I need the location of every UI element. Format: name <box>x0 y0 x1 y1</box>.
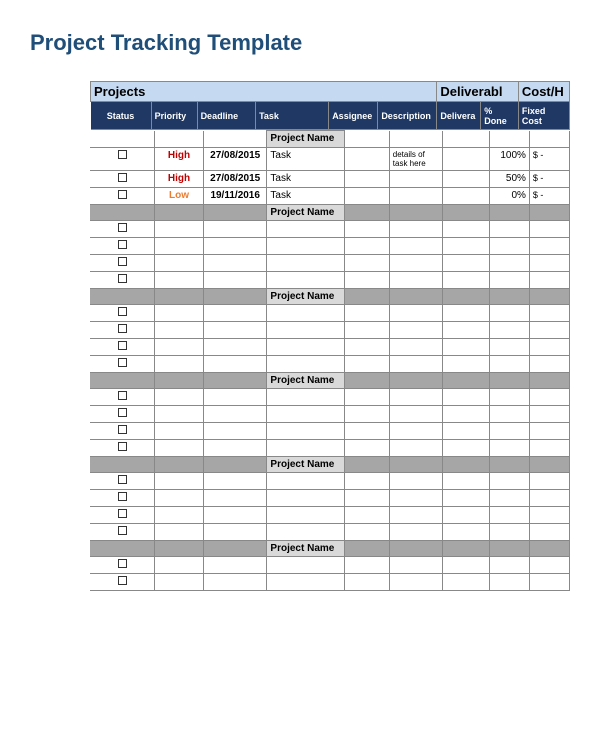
table-row <box>90 406 570 423</box>
group-cost: Cost/H <box>518 82 569 102</box>
assignee-cell <box>345 148 389 171</box>
status-checkbox[interactable] <box>118 408 127 417</box>
assignee-cell <box>345 171 389 188</box>
table-row <box>90 440 570 457</box>
tracking-table: Projects Deliverabl Cost/H Status Priori… <box>90 81 570 130</box>
table-row <box>90 389 570 406</box>
project-name-label: Project Name <box>267 205 345 221</box>
col-assignee: Assignee <box>329 102 378 130</box>
table-row <box>90 574 570 591</box>
status-checkbox[interactable] <box>118 425 127 434</box>
status-checkbox[interactable] <box>118 492 127 501</box>
done-cell: 0% <box>489 188 529 205</box>
priority-cell: Low <box>155 188 204 205</box>
col-deliverable: Delivera <box>437 102 481 130</box>
project-name-label: Project Name <box>267 541 345 557</box>
status-checkbox[interactable] <box>118 391 127 400</box>
section-divider: Project Name <box>90 373 570 389</box>
col-priority: Priority <box>151 102 197 130</box>
priority-cell: High <box>155 148 204 171</box>
table-row <box>90 305 570 322</box>
table-row <box>90 238 570 255</box>
status-checkbox[interactable] <box>118 223 127 232</box>
section-divider: Project Name <box>90 457 570 473</box>
status-checkbox[interactable] <box>118 173 127 182</box>
deliverable-cell <box>443 148 490 171</box>
col-status: Status <box>91 102 152 130</box>
table-row <box>90 322 570 339</box>
table-row <box>90 221 570 238</box>
status-checkbox[interactable] <box>118 324 127 333</box>
section-divider: Project Name <box>90 541 570 557</box>
group-deliverables: Deliverabl <box>437 82 519 102</box>
table-row: Low19/11/2016Task 0%$ - <box>90 188 570 205</box>
project-name-row: Project Name <box>90 131 570 148</box>
table-row <box>90 339 570 356</box>
table-row <box>90 272 570 289</box>
status-checkbox[interactable] <box>118 442 127 451</box>
deadline-cell: 27/08/2015 <box>203 148 266 171</box>
col-task: Task <box>256 102 329 130</box>
project-name-label: Project Name <box>267 289 345 305</box>
tracking-body: Project Name High27/08/2015Task details of… <box>90 130 570 591</box>
status-checkbox[interactable] <box>118 257 127 266</box>
status-checkbox[interactable] <box>118 274 127 283</box>
table-wrap: Projects Deliverabl Cost/H Status Priori… <box>90 81 570 591</box>
group-projects: Projects <box>91 82 437 102</box>
description-cell <box>389 171 442 188</box>
task-cell: Task <box>267 171 345 188</box>
priority-cell: High <box>155 171 204 188</box>
task-cell: Task <box>267 188 345 205</box>
status-checkbox[interactable] <box>118 509 127 518</box>
col-done: % Done <box>481 102 519 130</box>
table-row <box>90 490 570 507</box>
table-row <box>90 356 570 373</box>
deadline-cell: 27/08/2015 <box>203 171 266 188</box>
description-cell <box>389 188 442 205</box>
status-checkbox[interactable] <box>118 358 127 367</box>
cost-cell: $ - <box>529 171 569 188</box>
project-name-label: Project Name <box>267 373 345 389</box>
section-divider: Project Name <box>90 289 570 305</box>
status-checkbox[interactable] <box>118 240 127 249</box>
done-cell: 100% <box>489 148 529 171</box>
cost-cell: $ - <box>529 148 569 171</box>
table-row <box>90 423 570 440</box>
page-title: Project Tracking Template <box>30 30 570 56</box>
status-checkbox[interactable] <box>118 475 127 484</box>
table-row: High27/08/2015Task 50%$ - <box>90 171 570 188</box>
status-checkbox[interactable] <box>118 307 127 316</box>
status-checkbox[interactable] <box>118 526 127 535</box>
table-row <box>90 473 570 490</box>
deliverable-cell <box>443 188 490 205</box>
done-cell: 50% <box>489 171 529 188</box>
group-header-row: Projects Deliverabl Cost/H <box>91 82 570 102</box>
status-checkbox[interactable] <box>118 190 127 199</box>
assignee-cell <box>345 188 389 205</box>
deadline-cell: 19/11/2016 <box>203 188 266 205</box>
status-checkbox[interactable] <box>118 576 127 585</box>
task-cell: Task <box>267 148 345 171</box>
table-row <box>90 524 570 541</box>
section-divider: Project Name <box>90 205 570 221</box>
project-name-label: Project Name <box>267 131 345 148</box>
col-fixedcost: Fixed Cost <box>518 102 569 130</box>
table-row <box>90 255 570 272</box>
column-header-row: Status Priority Deadline Task Assignee D… <box>91 102 570 130</box>
table-row: High27/08/2015Task details of task here 10… <box>90 148 570 171</box>
col-description: Description <box>378 102 437 130</box>
status-checkbox[interactable] <box>118 150 127 159</box>
table-row <box>90 507 570 524</box>
cost-cell: $ - <box>529 188 569 205</box>
description-cell: details of task here <box>389 148 442 171</box>
deliverable-cell <box>443 171 490 188</box>
status-checkbox[interactable] <box>118 559 127 568</box>
status-checkbox[interactable] <box>118 341 127 350</box>
project-name-label: Project Name <box>267 457 345 473</box>
table-row <box>90 557 570 574</box>
col-deadline: Deadline <box>197 102 256 130</box>
